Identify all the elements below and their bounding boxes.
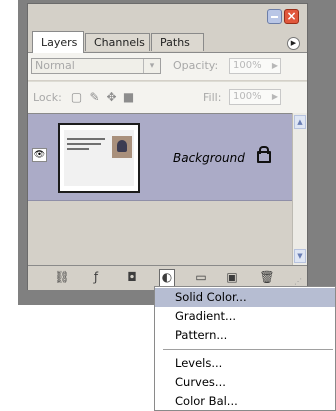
new-group-icon[interactable]: ▭: [193, 270, 209, 285]
layer-style-icon[interactable]: ƒ: [88, 270, 104, 285]
menu-item-solid-color[interactable]: Solid Color...: [155, 288, 335, 307]
opacity-slider-arrow-icon[interactable]: ▶: [272, 59, 278, 73]
menu-item-curves[interactable]: Curves...: [155, 373, 335, 392]
blend-mode-value: Normal: [35, 59, 75, 72]
opacity-label: Opacity:: [173, 59, 219, 72]
trash-icon[interactable]: 🗑: [259, 270, 275, 285]
tab-paths[interactable]: Paths: [151, 33, 204, 51]
minimize-icon[interactable]: [267, 9, 282, 24]
scroll-up-icon[interactable]: ▲: [294, 115, 306, 129]
menu-item-levels[interactable]: Levels...: [155, 354, 335, 373]
panel-menu-icon[interactable]: ▶: [287, 37, 300, 50]
lock-fill-row: Lock: ▢ ✎ ✥ ■ Fill: 100% ▶: [28, 81, 307, 113]
tab-channels[interactable]: Channels: [85, 33, 150, 51]
opacity-field[interactable]: 100% ▶: [229, 58, 281, 74]
chevron-down-icon[interactable]: ▾: [143, 59, 160, 73]
lock-position-icon[interactable]: ✥: [105, 91, 118, 104]
new-layer-icon[interactable]: ▣: [224, 270, 240, 285]
lock-all-icon[interactable]: ■: [122, 91, 135, 104]
menu-separator: [163, 349, 333, 350]
link-layers-icon[interactable]: ⛓: [54, 270, 70, 285]
fill-label: Fill:: [203, 91, 222, 104]
panel-tabs: Layers Channels Paths ▶: [28, 30, 307, 53]
menu-item-color-balance[interactable]: Color Bal...: [155, 392, 335, 411]
layer-row-background[interactable]: 👁 Background: [28, 114, 292, 201]
tab-layers[interactable]: Layers: [32, 31, 84, 53]
menu-item-gradient[interactable]: Gradient...: [155, 307, 335, 326]
lock-image-pixels-icon[interactable]: ✎: [88, 91, 101, 104]
layers-panel: × Layers Channels Paths ▶ Normal ▾ Opaci…: [27, 3, 308, 290]
adjustment-layer-icon[interactable]: ◐: [159, 269, 175, 287]
opacity-value: 100%: [233, 60, 262, 71]
lock-transparency-icon[interactable]: ▢: [70, 91, 83, 104]
lock-icon: [257, 146, 271, 163]
scroll-down-icon[interactable]: ▼: [294, 249, 306, 263]
layer-list: 👁 Background: [28, 113, 292, 266]
panel-titlebar[interactable]: ×: [28, 4, 307, 30]
layer-thumbnail[interactable]: [58, 123, 140, 193]
eye-icon[interactable]: 👁: [32, 148, 47, 162]
fill-slider-arrow-icon[interactable]: ▶: [272, 90, 278, 104]
add-mask-icon[interactable]: ◘: [124, 270, 140, 285]
close-icon[interactable]: ×: [284, 9, 299, 24]
blend-mode-select[interactable]: Normal ▾: [31, 58, 161, 74]
menu-item-pattern[interactable]: Pattern...: [155, 326, 335, 345]
layer-scrollbar[interactable]: ▲ ▼: [292, 113, 307, 265]
fill-field[interactable]: 100% ▶: [229, 89, 281, 105]
layer-name[interactable]: Background: [173, 151, 245, 165]
blend-opacity-row: Normal ▾ Opacity: 100% ▶: [28, 53, 307, 80]
lock-label: Lock:: [33, 91, 62, 104]
adjustment-dropdown-menu: Solid Color... Gradient... Pattern... Le…: [154, 286, 336, 411]
fill-value: 100%: [233, 91, 262, 102]
